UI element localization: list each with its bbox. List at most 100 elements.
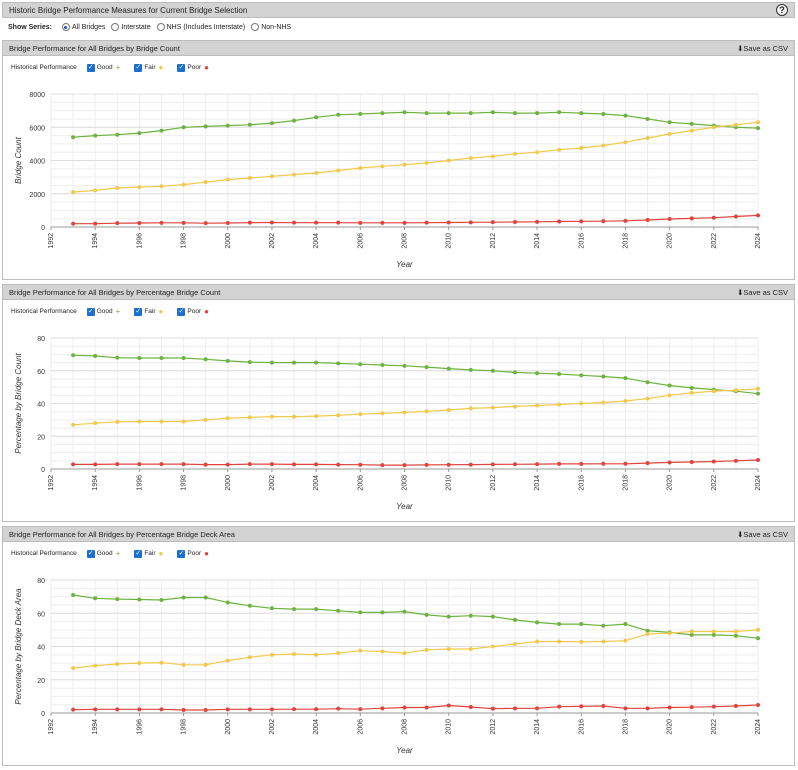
data-point-poor — [358, 462, 363, 467]
data-point-good — [756, 636, 760, 641]
data-point-good — [733, 633, 738, 638]
data-point-good — [402, 609, 407, 614]
radio-nhs[interactable]: NHS (Includes Interstate) — [156, 23, 246, 31]
x-tick-label: 2010 — [446, 233, 453, 249]
x-tick-label: 2016 — [578, 233, 585, 249]
data-point-poor — [181, 220, 186, 225]
data-point-fair — [137, 661, 142, 666]
radio-dot-icon — [156, 23, 165, 31]
data-point-poor — [601, 461, 606, 466]
data-point-good — [181, 125, 186, 130]
data-point-fair — [336, 413, 341, 418]
radio-dot-icon — [251, 23, 260, 31]
data-point-good — [623, 376, 628, 381]
data-point-fair — [314, 170, 319, 175]
data-point-fair — [203, 662, 208, 667]
data-point-fair — [490, 154, 495, 159]
y-tick-label: 20 — [37, 678, 45, 685]
data-point-good — [159, 355, 164, 360]
x-tick-label: 2014 — [534, 719, 541, 735]
data-point-fair — [314, 414, 319, 419]
x-tick-label: 2012 — [490, 719, 497, 735]
y-tick-label: 6000 — [29, 125, 45, 132]
data-point-poor — [269, 707, 274, 712]
data-point-good — [535, 111, 540, 116]
data-point-fair — [137, 419, 142, 424]
data-point-fair — [181, 182, 186, 187]
data-point-good — [159, 128, 164, 133]
data-point-fair — [623, 140, 628, 145]
data-point-good — [601, 374, 606, 379]
data-point-good — [667, 120, 672, 125]
data-point-poor — [667, 705, 672, 710]
data-point-fair — [358, 648, 363, 653]
data-point-poor — [93, 221, 98, 226]
data-point-fair — [358, 412, 363, 417]
data-point-poor — [711, 704, 716, 709]
data-point-fair — [645, 396, 650, 401]
data-point-good — [512, 370, 517, 375]
help-icon[interactable]: ? — [776, 4, 788, 16]
line-chart: 0 20 40 60 80 1992 1994 1996 1998 2000 2002 2004 200… — [14, 336, 762, 511]
data-point-poor — [225, 221, 230, 226]
x-tick-label: 2008 — [402, 233, 409, 249]
radio-label: NHS (Includes Interstate) — [166, 23, 246, 31]
page-title: Historic Bridge Performance Measures for… — [9, 5, 248, 15]
data-point-poor — [137, 462, 142, 467]
data-point-poor — [645, 706, 650, 711]
data-point-poor — [446, 220, 451, 225]
line-chart: 0 20 40 60 80 1992 1994 1996 1998 2000 2002 2004 200… — [14, 578, 762, 755]
data-point-poor — [247, 462, 252, 467]
x-tick-label: 2006 — [357, 475, 364, 491]
data-point-poor — [247, 220, 252, 225]
data-point-fair — [269, 652, 274, 657]
data-point-good — [269, 606, 274, 611]
data-point-poor — [137, 221, 142, 226]
data-point-fair — [490, 644, 495, 649]
data-point-good — [358, 111, 363, 116]
radio-interstate[interactable]: Interstate — [111, 23, 151, 31]
data-point-fair — [402, 651, 407, 656]
y-tick-label: 40 — [37, 402, 45, 409]
data-point-fair — [292, 651, 297, 656]
data-point-fair — [380, 164, 385, 169]
y-tick-label: 60 — [37, 611, 45, 618]
data-point-fair — [225, 416, 230, 421]
y-tick-label: 80 — [37, 578, 45, 585]
data-point-fair — [711, 629, 716, 634]
data-point-fair — [203, 180, 208, 185]
data-point-good — [292, 360, 297, 365]
x-tick-label: 1992 — [48, 475, 55, 491]
data-point-fair — [159, 184, 164, 189]
data-point-good — [71, 592, 76, 597]
data-point-good — [159, 597, 164, 602]
data-point-fair — [93, 663, 98, 668]
data-point-fair — [292, 414, 297, 419]
radio-dot-icon — [111, 23, 120, 31]
y-tick-label: 60 — [37, 369, 45, 376]
x-tick-label: 1996 — [136, 719, 143, 735]
data-point-poor — [535, 219, 540, 224]
radio-all-bridges[interactable]: All Bridges — [61, 23, 106, 31]
data-point-good — [402, 363, 407, 368]
radio-label: All Bridges — [71, 23, 106, 31]
data-point-poor — [711, 459, 716, 464]
x-tick-label: 2002 — [269, 475, 276, 491]
data-point-fair — [535, 639, 540, 644]
x-tick-label: 2006 — [357, 233, 364, 249]
data-point-good — [115, 132, 120, 137]
radio-non-nhs[interactable]: Non-NHS — [251, 23, 291, 31]
data-point-good — [358, 362, 363, 367]
data-point-fair — [181, 419, 186, 424]
data-point-good — [358, 610, 363, 615]
data-point-fair — [247, 655, 252, 660]
data-point-poor — [557, 704, 562, 709]
data-point-good — [645, 116, 650, 121]
data-point-fair — [380, 411, 385, 416]
data-point-poor — [579, 704, 584, 709]
data-point-poor — [203, 708, 208, 713]
data-point-good — [689, 385, 694, 390]
data-point-fair — [71, 666, 76, 671]
x-tick-label: 1996 — [136, 475, 143, 491]
data-point-poor — [314, 462, 319, 467]
